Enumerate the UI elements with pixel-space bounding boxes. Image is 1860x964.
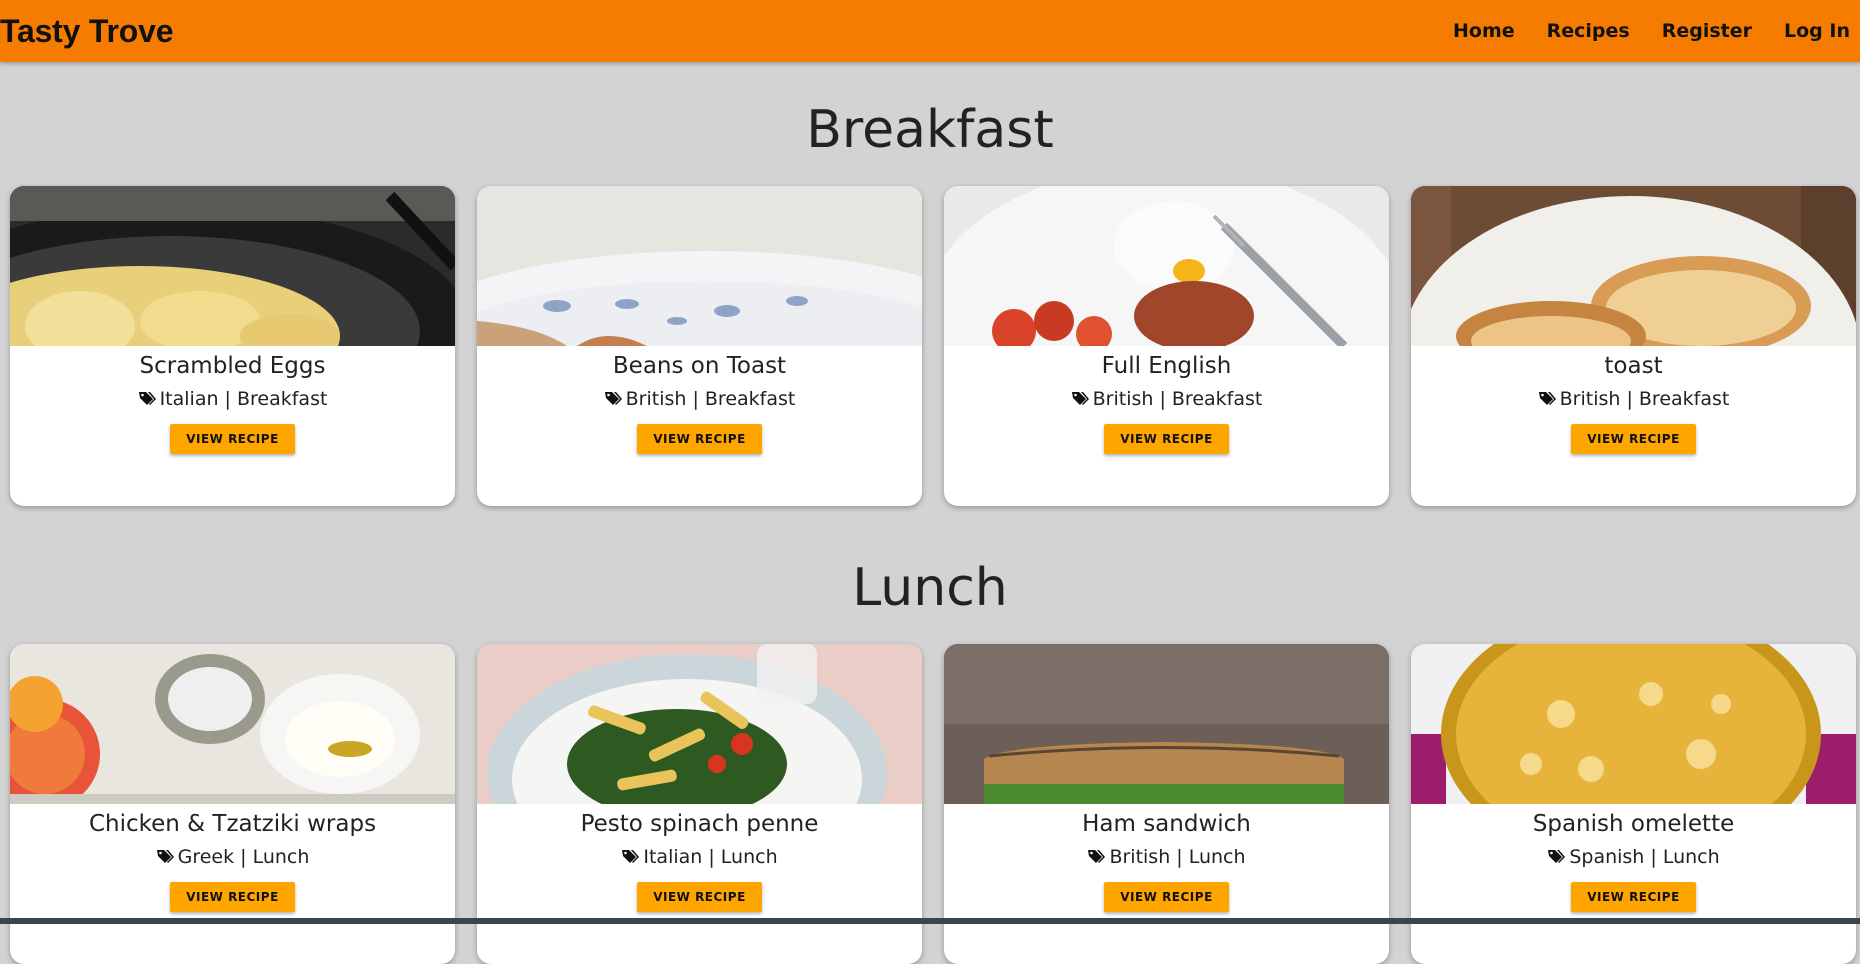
recipe-image [477, 644, 922, 804]
recipe-tags-text: British | Breakfast [625, 388, 796, 410]
card-body: Spanish omelette Spanish | Lunch VIEW RE… [1411, 808, 1856, 912]
recipe-tags: British | Breakfast [1538, 388, 1730, 410]
nav-link-recipes[interactable]: Recipes [1547, 20, 1630, 42]
recipe-card: Ham sandwich British | Lunch VIEW RECIPE [944, 644, 1389, 964]
recipe-tags-text: British | Lunch [1109, 846, 1246, 868]
page-footer-edge [0, 918, 1860, 924]
view-recipe-button[interactable]: VIEW RECIPE [170, 882, 295, 912]
recipe-image [1411, 186, 1856, 346]
view-recipe-button[interactable]: VIEW RECIPE [1104, 424, 1229, 454]
card-body: Ham sandwich British | Lunch VIEW RECIPE [944, 808, 1389, 912]
recipe-title: Chicken & Tzatziki wraps [88, 811, 377, 837]
recipe-tags: Greek | Lunch [156, 846, 310, 868]
recipe-tags-text: British | Breakfast [1559, 388, 1730, 410]
card-body: toast British | Breakfast VIEW RECIPE [1411, 350, 1856, 454]
recipe-image [944, 644, 1389, 804]
view-recipe-button[interactable]: VIEW RECIPE [637, 424, 762, 454]
recipe-card: Full English British | Breakfast VIEW RE… [944, 186, 1389, 506]
recipe-tags: Italian | Lunch [621, 846, 778, 868]
nav-link-home[interactable]: Home [1453, 20, 1515, 42]
recipe-card: toast British | Breakfast VIEW RECIPE [1411, 186, 1856, 506]
recipe-tags-text: British | Breakfast [1092, 388, 1263, 410]
recipe-card: Beans on Toast British | Breakfast VIEW … [477, 186, 922, 506]
card-body: Pesto spinach penne Italian | Lunch VIEW… [477, 808, 922, 912]
recipe-tags: British | Lunch [1087, 846, 1246, 868]
recipe-title: toast [1604, 353, 1663, 379]
tags-icon [1548, 850, 1566, 863]
nav-link-login[interactable]: Log In [1784, 20, 1850, 42]
nav-links: Home Recipes Register Log In [1453, 20, 1850, 42]
section-lunch: Lunch Chicken & Tzatziki wraps Greek | L… [0, 520, 1860, 964]
view-recipe-button[interactable]: VIEW RECIPE [1571, 882, 1696, 912]
tags-icon [1071, 392, 1089, 405]
card-body: Full English British | Breakfast VIEW RE… [944, 350, 1389, 454]
brand-logo[interactable]: Tasty Trove [0, 13, 173, 50]
recipe-title: Pesto spinach penne [580, 811, 819, 837]
recipe-image [944, 186, 1389, 346]
recipe-tags: Spanish | Lunch [1547, 846, 1720, 868]
tags-icon [604, 392, 622, 405]
recipe-card: Spanish omelette Spanish | Lunch VIEW RE… [1411, 644, 1856, 964]
card-grid: Scrambled Eggs Italian | Breakfast VIEW … [10, 186, 1856, 506]
recipe-title: Scrambled Eggs [139, 353, 326, 379]
section-breakfast: Breakfast Scrambled Eggs Italian | Break… [0, 62, 1860, 506]
tags-icon [156, 850, 174, 863]
tags-icon [1538, 392, 1556, 405]
recipe-title: Spanish omelette [1532, 811, 1735, 837]
recipe-image [10, 644, 455, 804]
view-recipe-button[interactable]: VIEW RECIPE [1571, 424, 1696, 454]
tags-icon [622, 850, 640, 863]
recipe-tags-text: Italian | Breakfast [159, 388, 328, 410]
tags-icon [138, 392, 156, 405]
recipe-image [477, 186, 922, 346]
recipe-tags: British | Breakfast [604, 388, 796, 410]
recipe-tags-text: Greek | Lunch [177, 846, 310, 868]
recipe-title: Full English [1101, 353, 1232, 379]
recipe-card: Pesto spinach penne Italian | Lunch VIEW… [477, 644, 922, 964]
recipe-tags-text: Italian | Lunch [643, 846, 778, 868]
nav-link-register[interactable]: Register [1662, 20, 1752, 42]
recipe-title: Ham sandwich [1082, 811, 1251, 837]
recipe-tags: British | Breakfast [1071, 388, 1263, 410]
tags-icon [1088, 850, 1106, 863]
recipe-card: Scrambled Eggs Italian | Breakfast VIEW … [10, 186, 455, 506]
card-body: Beans on Toast British | Breakfast VIEW … [477, 350, 922, 454]
section-title: Breakfast [806, 100, 1054, 160]
navbar: Tasty Trove Home Recipes Register Log In [0, 0, 1860, 62]
section-title: Lunch [852, 558, 1008, 618]
recipe-image [10, 186, 455, 346]
recipe-title: Beans on Toast [612, 353, 787, 379]
view-recipe-button[interactable]: VIEW RECIPE [637, 882, 762, 912]
recipe-tags-text: Spanish | Lunch [1569, 846, 1720, 868]
card-body: Chicken & Tzatziki wraps Greek | Lunch V… [10, 808, 455, 912]
card-grid: Chicken & Tzatziki wraps Greek | Lunch V… [10, 644, 1856, 964]
card-body: Scrambled Eggs Italian | Breakfast VIEW … [10, 350, 455, 454]
view-recipe-button[interactable]: VIEW RECIPE [1104, 882, 1229, 912]
recipe-image [1411, 644, 1856, 804]
recipe-tags: Italian | Breakfast [138, 388, 328, 410]
view-recipe-button[interactable]: VIEW RECIPE [170, 424, 295, 454]
recipe-card: Chicken & Tzatziki wraps Greek | Lunch V… [10, 644, 455, 964]
